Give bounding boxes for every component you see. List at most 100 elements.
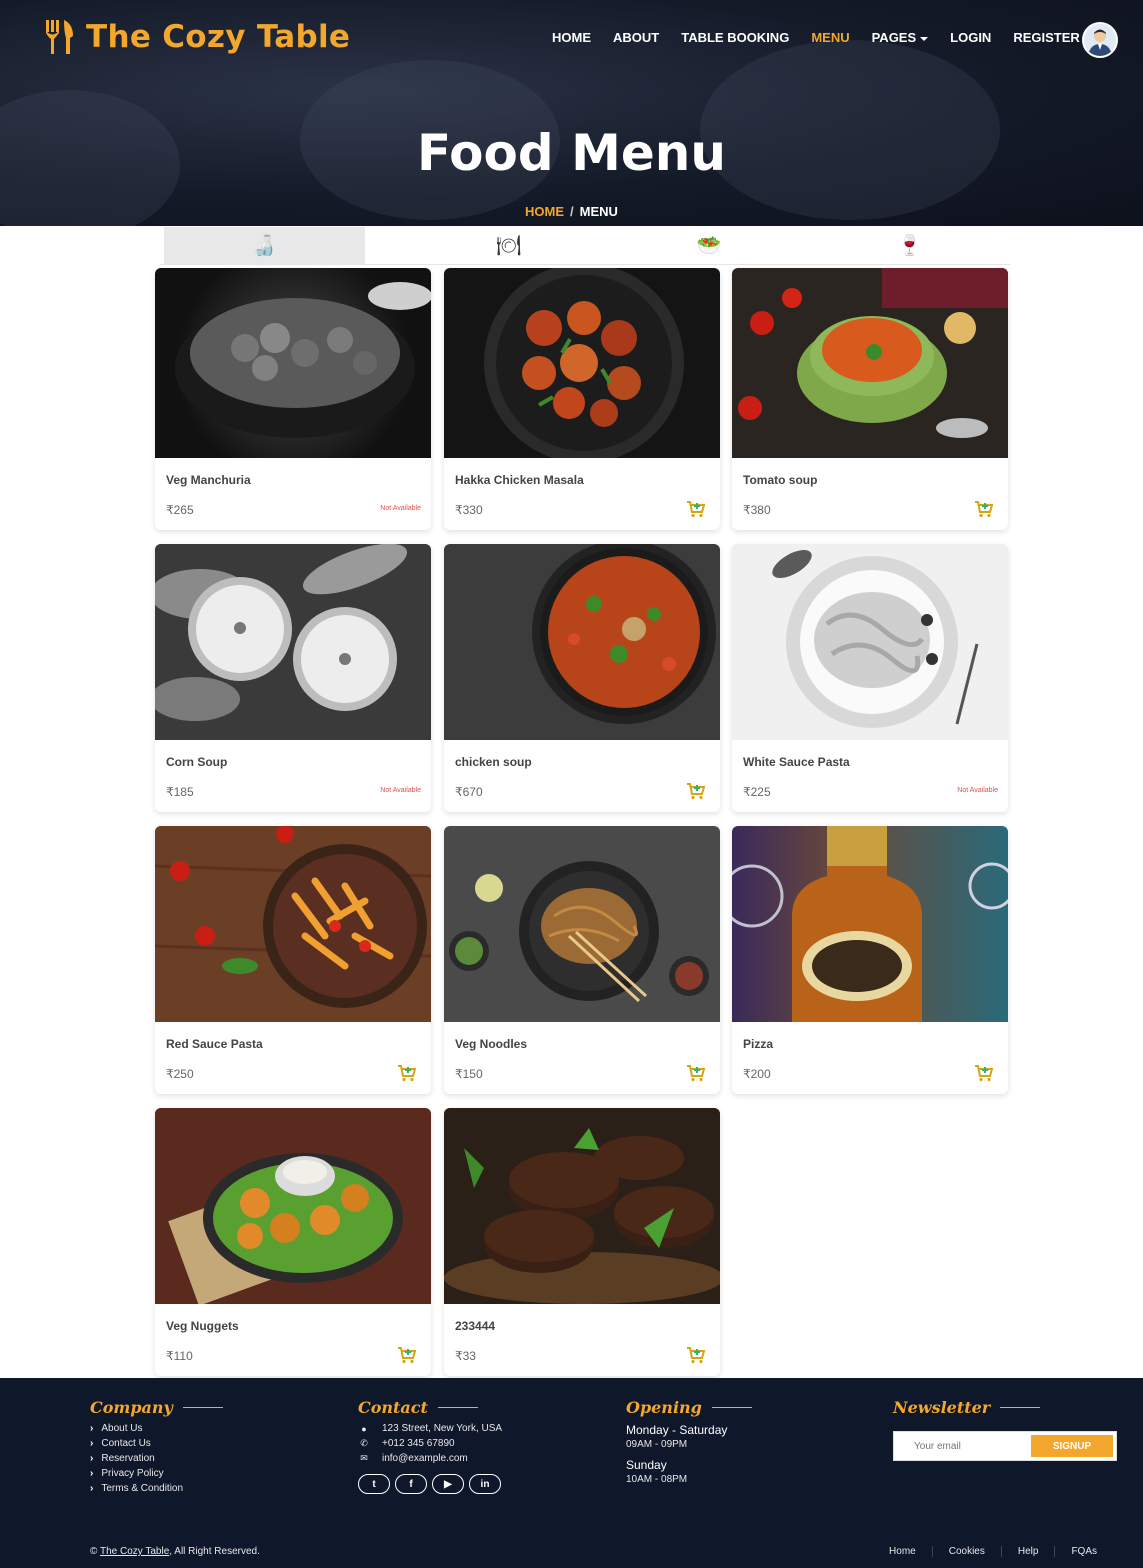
- tab-salads[interactable]: 🥗: [609, 227, 810, 264]
- food-image: [444, 544, 720, 740]
- menu-card[interactable]: White Sauce Pasta ₹225 Not Available: [732, 544, 1008, 812]
- phone-icon: ✆: [360, 1438, 368, 1448]
- item-price: ₹380: [743, 503, 771, 517]
- food-image: [444, 1108, 720, 1304]
- footer-link-label: Terms & Condition: [101, 1483, 184, 1494]
- menu-card[interactable]: Tomato soup ₹380: [732, 268, 1008, 530]
- footer-link-about[interactable]: About Us: [90, 1423, 223, 1434]
- item-name: Red Sauce Pasta: [166, 1037, 263, 1051]
- footer-link-label: Reservation: [101, 1453, 155, 1464]
- add-to-cart-icon[interactable]: [397, 1064, 417, 1082]
- youtube-icon[interactable]: ▶: [432, 1474, 464, 1494]
- social-links: t f ▶ in: [358, 1474, 502, 1494]
- food-image: [732, 268, 1008, 458]
- footer-bottom-home[interactable]: Home: [873, 1546, 932, 1557]
- footer-link-reservation[interactable]: Reservation: [90, 1453, 223, 1464]
- item-price: ₹265: [166, 503, 194, 517]
- nav-register[interactable]: REGISTER: [1013, 30, 1079, 45]
- footer-link-label: About Us: [101, 1423, 143, 1434]
- footer-link-label: Privacy Policy: [101, 1468, 164, 1479]
- breadcrumb: HOME / MENU: [0, 204, 1143, 219]
- dish-illustration: [449, 861, 709, 1003]
- footer-heading-company: Company: [90, 1398, 223, 1417]
- nav-menu[interactable]: MENU: [811, 30, 849, 45]
- newsletter-email-input[interactable]: [894, 1432, 1028, 1460]
- footer-bottom-help[interactable]: Help: [1000, 1546, 1055, 1557]
- linkedin-icon[interactable]: in: [469, 1474, 501, 1494]
- item-name: Veg Nuggets: [166, 1319, 239, 1333]
- brand-logo[interactable]: The Cozy Table: [44, 18, 350, 56]
- footer-heading-contact: Contact: [358, 1398, 502, 1417]
- food-image: [155, 826, 431, 1022]
- page-title: Food Menu: [417, 124, 726, 182]
- breadcrumb-current: MENU: [579, 204, 618, 219]
- menu-card[interactable]: Veg Nuggets ₹110: [155, 1108, 431, 1376]
- menu-card[interactable]: 233444 ₹33: [444, 1108, 720, 1376]
- user-avatar[interactable]: [1082, 22, 1118, 58]
- footer-bottom-links: Home Cookies Help FQAs: [873, 1546, 1113, 1557]
- footer-newsletter: Newsletter SIGNUP: [893, 1398, 1117, 1461]
- add-to-cart-icon[interactable]: [397, 1346, 417, 1364]
- add-to-cart-icon[interactable]: [974, 1064, 994, 1082]
- facebook-icon[interactable]: f: [395, 1474, 427, 1494]
- footer-link-privacy[interactable]: Privacy Policy: [90, 1468, 223, 1479]
- footer-bottom-cookies[interactable]: Cookies: [931, 1546, 1001, 1557]
- nav-table-booking[interactable]: TABLE BOOKING: [681, 30, 789, 45]
- footer-bottom-bar: © The Cozy Table, All Right Reserved. Ho…: [0, 1538, 1143, 1568]
- item-name: White Sauce Pasta: [743, 755, 850, 769]
- copyright-symbol: ©: [90, 1546, 98, 1557]
- breadcrumb-home[interactable]: HOME: [525, 204, 564, 219]
- contact-email[interactable]: ✉ info@example.com: [358, 1453, 502, 1464]
- signup-button[interactable]: SIGNUP: [1031, 1435, 1113, 1457]
- twitter-icon[interactable]: t: [358, 1474, 390, 1494]
- menu-card[interactable]: Veg Noodles ₹150: [444, 826, 720, 1094]
- menu-card[interactable]: chicken soup ₹670: [444, 544, 720, 812]
- item-name: Corn Soup: [166, 755, 228, 769]
- menu-card[interactable]: Red Sauce Pasta ₹250: [155, 826, 431, 1094]
- nav-pages-dropdown[interactable]: PAGES: [872, 30, 929, 45]
- item-price: ₹330: [455, 503, 483, 517]
- item-name: Hakka Chicken Masala: [455, 473, 584, 487]
- dish-illustration: [732, 826, 1008, 1022]
- globe-dish-icon: 🥗: [696, 235, 722, 257]
- nav-home[interactable]: HOME: [552, 30, 591, 45]
- dish-illustration: [155, 544, 431, 740]
- footer-link-contact[interactable]: Contact Us: [90, 1438, 223, 1449]
- plate-icon: 🍽: [496, 235, 522, 257]
- breadcrumb-separator: /: [570, 204, 574, 219]
- nav-pages-label: PAGES: [871, 30, 917, 45]
- food-image: [155, 268, 431, 458]
- add-to-cart-icon[interactable]: [974, 500, 994, 518]
- hero-banner: The Cozy Table HOME ABOUT TABLE BOOKING …: [0, 0, 1143, 226]
- copyright-brand-link[interactable]: The Cozy Table: [100, 1546, 169, 1557]
- opening-days-weekday: Monday - Saturday: [626, 1423, 728, 1437]
- add-to-cart-icon[interactable]: [686, 782, 706, 800]
- add-to-cart-icon[interactable]: [686, 1064, 706, 1082]
- menu-card[interactable]: Corn Soup ₹185 Not Available: [155, 544, 431, 812]
- tab-wine[interactable]: 🍷: [810, 227, 1011, 264]
- tab-drinks[interactable]: 🍶: [164, 227, 365, 264]
- map-marker-icon: ●: [361, 1423, 367, 1434]
- dish-illustration: [155, 826, 431, 1022]
- menu-card[interactable]: Veg Manchuria ₹265 Not Available: [155, 268, 431, 530]
- menu-card[interactable]: Hakka Chicken Masala ₹330: [444, 268, 720, 530]
- add-to-cart-icon[interactable]: [686, 1346, 706, 1364]
- tab-main-course[interactable]: 🍽: [409, 227, 610, 264]
- brand-name: The Cozy Table: [86, 19, 351, 55]
- food-image: [155, 544, 431, 740]
- nav-login[interactable]: LOGIN: [950, 30, 991, 45]
- dish-illustration: [738, 268, 1008, 438]
- dish-illustration: [444, 1108, 720, 1304]
- availability-status: Not Available: [380, 505, 421, 512]
- add-to-cart-icon[interactable]: [686, 500, 706, 518]
- footer-link-terms[interactable]: Terms & Condition: [90, 1483, 223, 1494]
- menu-card[interactable]: Pizza ₹200: [732, 826, 1008, 1094]
- item-price: ₹150: [455, 1067, 483, 1081]
- nav-about[interactable]: ABOUT: [613, 30, 659, 45]
- opening-days-sunday: Sunday: [626, 1458, 667, 1472]
- contact-phone[interactable]: ✆ +012 345 67890: [358, 1438, 502, 1449]
- footer-bottom-faqs[interactable]: FQAs: [1054, 1546, 1113, 1557]
- footer-link-label: Contact Us: [101, 1438, 151, 1449]
- item-name: 233444: [455, 1319, 496, 1333]
- food-image: [155, 1108, 431, 1304]
